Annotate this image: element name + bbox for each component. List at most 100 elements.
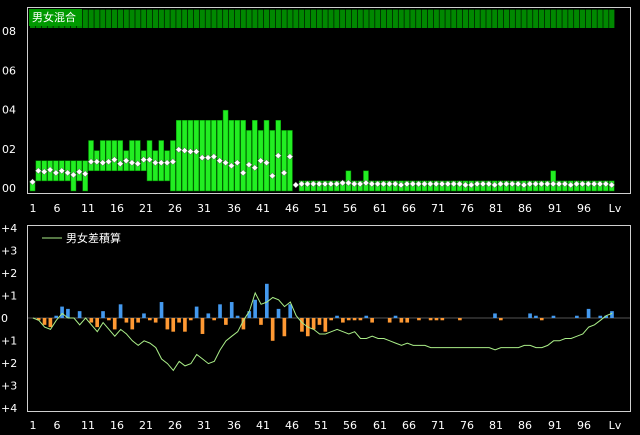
negative-bar (177, 318, 181, 323)
top-x-tick-label: 11 (81, 202, 95, 215)
top-strip-bar (106, 9, 112, 29)
positive-bar (364, 315, 369, 318)
top-x-tick-label: 31 (197, 202, 211, 215)
top-strip-bar (240, 9, 246, 29)
top-strip-bar (521, 9, 527, 29)
positive-bar (610, 311, 614, 318)
top-y-tick-label: 00 (2, 182, 16, 195)
top-x-tick-label: 61 (373, 202, 387, 215)
top-strip-bar (591, 9, 597, 29)
negative-bar (282, 318, 287, 337)
top-strip-bar (211, 9, 217, 29)
top-strip-bar (392, 9, 398, 29)
positive-bar (159, 302, 164, 318)
top-strip-bar (515, 9, 521, 29)
top-strip-bar (369, 9, 375, 29)
top-strip-bar (164, 9, 170, 29)
positive-bar (118, 304, 123, 318)
top-strip-bar (574, 9, 580, 29)
range-bar (252, 120, 258, 192)
top-x-tick-label: 86 (518, 202, 532, 215)
top-strip-bar (439, 9, 445, 29)
negative-bar (153, 318, 158, 323)
top-strip-bar (123, 9, 129, 29)
positive-bar (54, 315, 59, 318)
negative-bar (212, 318, 216, 321)
top-strip-bar (322, 9, 328, 29)
top-strip-bar (135, 9, 141, 29)
negative-bar (440, 318, 445, 321)
negative-bar (311, 318, 316, 330)
top-strip-bar (603, 9, 609, 29)
range-bar (263, 120, 270, 192)
top-strip-bar (550, 9, 556, 29)
negative-bar (48, 318, 53, 328)
top-x-tick-label: 26 (168, 202, 182, 215)
top-strip-bar (264, 9, 270, 29)
negative-bar (428, 318, 433, 321)
top-strip-bar (293, 9, 299, 29)
top-x-tick-label: 16 (110, 202, 124, 215)
top-strip-bar (158, 9, 164, 29)
top-strip-bar (287, 9, 293, 29)
top-strip-bar (527, 9, 533, 29)
negative-bar (317, 318, 322, 325)
top-x-tick-label: 6 (54, 202, 61, 215)
top-strip-bar (304, 9, 311, 29)
negative-bar (107, 318, 111, 321)
range-bar (269, 130, 276, 192)
top-strip-bar (445, 9, 451, 29)
top-strip-bar (147, 9, 153, 29)
top-strip-bar (568, 9, 574, 29)
range-bar (111, 140, 118, 172)
top-strip-bar (480, 9, 486, 29)
top-y-tick-label: 08 (2, 25, 16, 38)
positive-bar (288, 304, 293, 318)
top-x-tick-label: 46 (285, 202, 299, 215)
top-strip-bar (170, 9, 176, 29)
negative-bar (323, 318, 328, 332)
top-strip-bar (100, 9, 106, 29)
negative-bar (130, 318, 135, 330)
top-strip-bar (457, 9, 463, 29)
top-strip-bar (416, 9, 422, 29)
top-strip-bar (351, 9, 357, 29)
negative-bar (112, 318, 117, 330)
top-strip-bar (375, 9, 381, 29)
negative-bar (270, 318, 275, 341)
top-strip-bar (275, 9, 281, 29)
top-strip-bar (258, 9, 264, 29)
positive-bar (229, 302, 234, 318)
bottom-x-tick-label: 51 (314, 419, 328, 432)
bottom-x-tick-label: 11 (81, 419, 95, 432)
top-strip-bar (462, 9, 469, 29)
top-strip-bar (556, 9, 562, 29)
range-bar (181, 120, 188, 192)
positive-bar (77, 311, 82, 318)
range-bar (88, 140, 94, 172)
top-strip-bar (299, 9, 305, 29)
positive-bar (534, 315, 538, 318)
negative-bar (352, 318, 357, 321)
bottom-x-tick-label: 86 (518, 419, 532, 432)
top-strip-bar (404, 9, 410, 29)
positive-bar (598, 315, 603, 318)
positive-bar (335, 315, 339, 318)
top-strip-bar (193, 9, 200, 29)
top-strip-bar (398, 9, 404, 29)
negative-bar (183, 318, 187, 332)
bottom-x-tick-label: 21 (139, 419, 153, 432)
range-bar (216, 120, 223, 192)
top-strip-bar (152, 9, 159, 29)
bottom-y-tick-label: +3 (1, 245, 17, 258)
bottom-x-tick-label: 1 (30, 419, 37, 432)
top-x-tick-label: 91 (548, 202, 562, 215)
negative-bar (165, 318, 170, 330)
top-x-tick-label: 71 (431, 202, 445, 215)
top-strip-bar (486, 9, 492, 29)
top-x-tick-label: 96 (577, 202, 591, 215)
positive-bar (101, 311, 105, 318)
top-x-tick-label: 56 (343, 202, 357, 215)
negative-bar (539, 318, 544, 321)
positive-bar (575, 315, 579, 318)
